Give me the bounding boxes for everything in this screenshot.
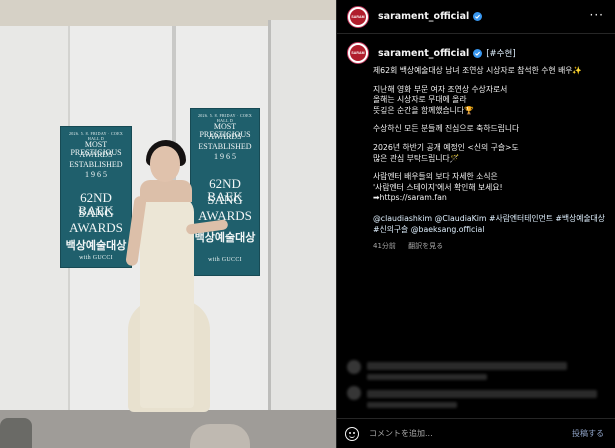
blurred-comment bbox=[367, 374, 487, 380]
poster-title-line: ESTABLISHED bbox=[198, 142, 252, 151]
poster-name-line: SANG bbox=[207, 192, 243, 207]
emoji-icon[interactable] bbox=[345, 426, 359, 441]
caption-mentions-hashtags[interactable]: @claudiashkim @ClaudiaKim #사람엔터테인먼트 #백상예… bbox=[373, 214, 609, 235]
more-options-icon[interactable]: ··· bbox=[590, 9, 604, 21]
caption-line: 많은 관심 부탁드립니다🪄 bbox=[373, 153, 460, 163]
poster-name-line: SANG bbox=[78, 205, 114, 220]
comment-bar: コメントを追加... 投稿する bbox=[337, 418, 615, 448]
header-username[interactable]: sarament_official bbox=[378, 11, 469, 22]
poster-title-line: 1 9 6 5 bbox=[214, 152, 236, 161]
post-side-panel: SARAM sarament_official ··· SARAM sarame… bbox=[336, 0, 615, 448]
post-comment-button[interactable]: 投稿する bbox=[572, 428, 604, 439]
poster-title-line: 1 9 6 5 bbox=[85, 170, 107, 179]
caption-line: 사람엔터 배우들의 보다 자세한 소식은 bbox=[373, 172, 498, 182]
verified-badge-icon bbox=[473, 12, 483, 21]
blurred-comment bbox=[367, 362, 567, 370]
caption-line: 올해는 시상자로 무대에 올라 bbox=[373, 95, 467, 105]
caption-username[interactable]: sarament_official bbox=[378, 48, 469, 59]
caption-line[interactable]: ➡https://saram.fan bbox=[373, 193, 609, 204]
caption-line: 지난해 영화 부문 여자 조연상 수상자로서 bbox=[373, 84, 508, 94]
avatar-logo-text: SARAM bbox=[351, 51, 365, 55]
avatar-logo-text: SARAM bbox=[351, 14, 365, 19]
caption-line: 수상하신 모든 분들께 진심으로 축하드립니다 bbox=[373, 124, 520, 134]
poster-korean: 백상예술대상 bbox=[65, 239, 127, 252]
see-translation-link[interactable]: 翻訳を見る bbox=[408, 242, 443, 250]
poster-sponsor: with GUCCI bbox=[79, 255, 113, 261]
caption-line: 뜻깊은 순간을 함께했습니다🏆 bbox=[373, 105, 474, 115]
post-header: SARAM sarament_official ··· bbox=[337, 0, 615, 34]
blurred-comment bbox=[367, 390, 597, 398]
blurred-comment-avatar bbox=[347, 386, 361, 400]
caption-avatar[interactable]: SARAM bbox=[347, 42, 369, 64]
post-meta: 41分前 翻訳を見る bbox=[373, 241, 453, 251]
awards-poster-right: 2026. 5. 8. FRIDAY · COEX HALL D MOST PR… bbox=[190, 108, 260, 276]
caption-body: 제62회 백상예술대상 남녀 조연상 시상자로 참석한 수현 배우✨ 지난해 영화… bbox=[373, 66, 609, 204]
comment-input[interactable]: コメントを追加... bbox=[369, 428, 572, 439]
poster-title-line: AWARDS bbox=[79, 150, 113, 159]
floor bbox=[0, 410, 336, 448]
poster-sponsor: with GUCCI bbox=[208, 257, 242, 263]
face bbox=[150, 146, 180, 182]
blurred-comment-avatar bbox=[347, 360, 361, 374]
caption-line: 제62회 백상예술대상 남녀 조연상 시상자로 참석한 수현 배우✨ bbox=[373, 66, 583, 75]
account-avatar[interactable]: SARAM bbox=[347, 5, 369, 28]
foreground-object bbox=[190, 424, 250, 448]
poster-name-line: AWARDS bbox=[69, 220, 123, 235]
shoulders bbox=[140, 180, 192, 202]
post-photo: 2026. 5. 8. FRIDAY · COEX HALL D MOST PR… bbox=[0, 0, 336, 448]
caption-line: '사람엔터 스테이지'에서 확인해 보세요! bbox=[373, 182, 503, 192]
verified-badge-icon bbox=[473, 48, 483, 58]
post-time: 41分前 bbox=[373, 242, 396, 250]
blurred-comment bbox=[367, 402, 457, 408]
caption-hashtag-link[interactable]: [#수현] bbox=[486, 47, 515, 59]
poster-title-line: ESTABLISHED bbox=[69, 160, 123, 169]
foreground-object bbox=[0, 418, 32, 448]
awards-poster-left: 2026. 5. 8. FRIDAY · COEX HALL D MOST PR… bbox=[60, 126, 132, 268]
poster-title-line: AWARDS bbox=[208, 132, 242, 141]
caption-line: 2026년 하반기 공개 예정인 <신의 구슬>도 bbox=[373, 142, 519, 152]
booth-wall-right bbox=[268, 20, 336, 448]
